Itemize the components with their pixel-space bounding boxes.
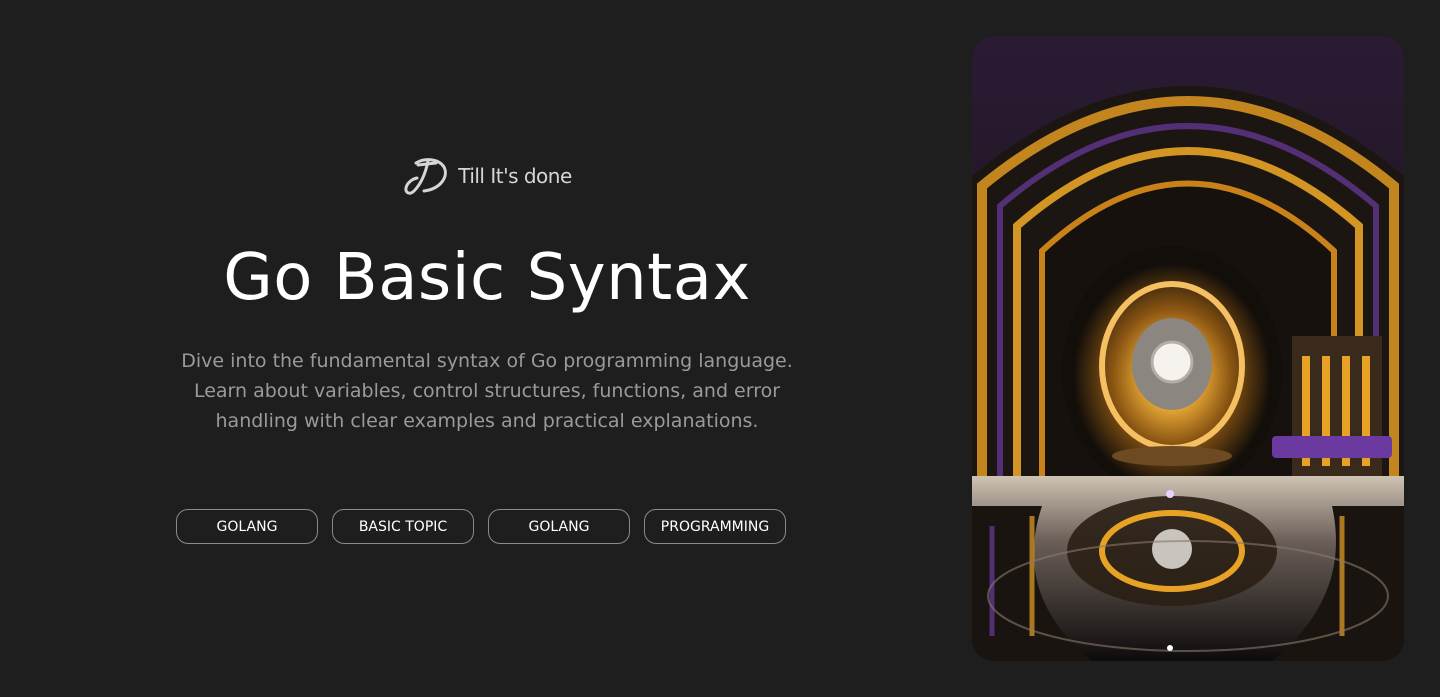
arched-hall-illustration xyxy=(972,36,1404,661)
brand[interactable]: Till It's done xyxy=(150,155,824,197)
tag-programming[interactable]: PROGRAMMING xyxy=(644,509,786,544)
td-monogram-icon xyxy=(404,158,447,195)
brand-name: Till It's done xyxy=(458,164,572,188)
tag-list: GOLANG BASIC TOPIC GOLANG PROGRAMMING xyxy=(176,509,786,544)
tag-golang[interactable]: GOLANG xyxy=(176,509,318,544)
hero-content: Till It's done Go Basic Syntax Dive into… xyxy=(150,0,824,697)
tag-golang-2[interactable]: GOLANG xyxy=(488,509,630,544)
page: Till It's done Go Basic Syntax Dive into… xyxy=(0,0,1440,697)
page-title: Go Basic Syntax xyxy=(223,241,751,315)
page-description: Dive into the fundamental syntax of Go p… xyxy=(181,350,793,432)
tag-basic-topic[interactable]: BASIC TOPIC xyxy=(332,509,474,544)
hero-image xyxy=(972,36,1404,661)
